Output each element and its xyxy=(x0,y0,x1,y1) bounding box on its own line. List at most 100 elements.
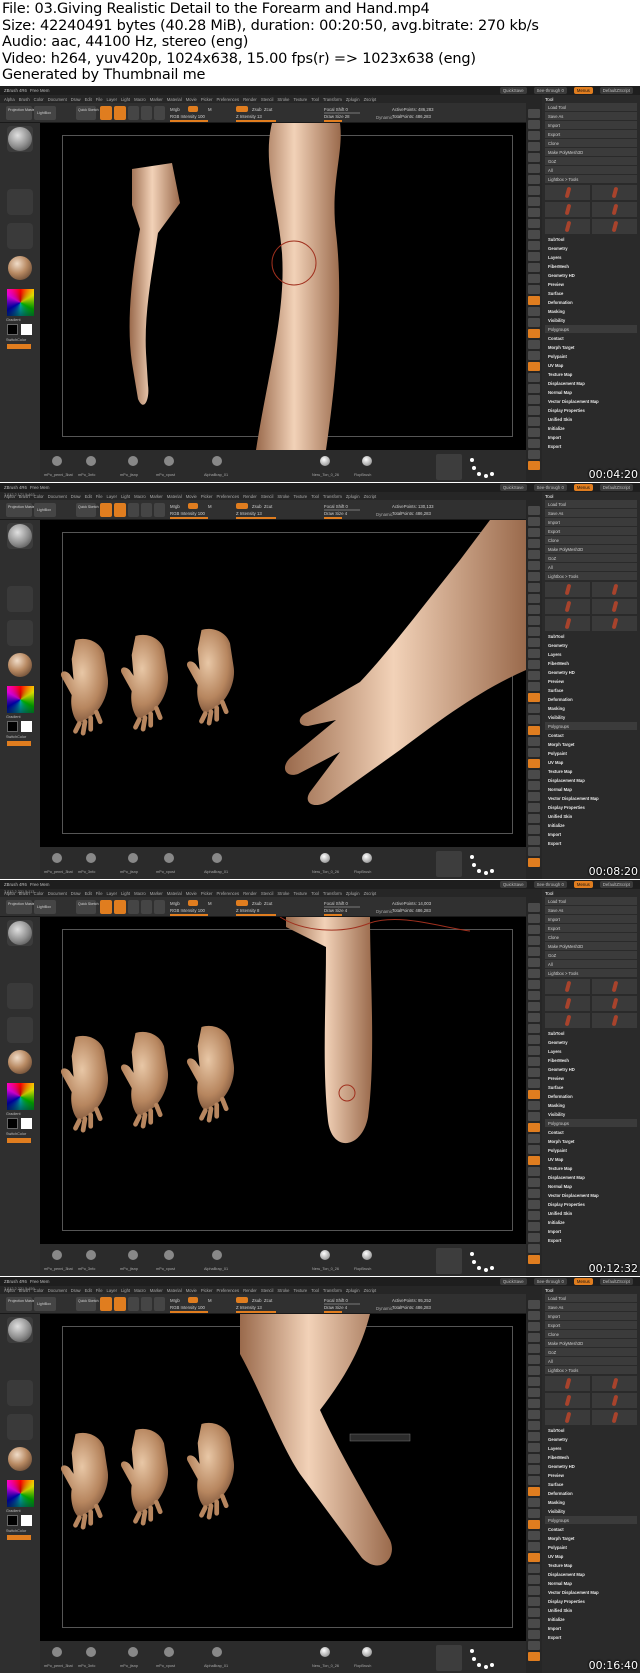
material-sphere-icon[interactable] xyxy=(8,1050,32,1074)
menu-item[interactable]: Render xyxy=(243,494,257,499)
menu-item[interactable]: Zscript xyxy=(364,1288,377,1293)
view-tool-button[interactable] xyxy=(528,1322,540,1331)
see-through-slider[interactable]: See-through 0 xyxy=(533,1278,567,1285)
tool-menu-row[interactable]: Normal Map xyxy=(545,1579,637,1587)
view-tool-button[interactable] xyxy=(528,759,540,768)
tool-menu-row[interactable]: Import xyxy=(545,518,637,526)
view-tool-button[interactable] xyxy=(528,197,540,206)
m-toggle[interactable]: M xyxy=(208,504,212,509)
menu-item[interactable]: Picker xyxy=(201,891,213,896)
bottom-shelf-icon[interactable] xyxy=(86,456,96,466)
zadd-toggle[interactable] xyxy=(236,106,248,112)
tool-menu-row[interactable]: All xyxy=(545,960,637,968)
subtool-thumbnail[interactable] xyxy=(545,616,590,631)
subtool-thumbnail[interactable] xyxy=(545,979,590,994)
view-tool-button[interactable] xyxy=(528,1300,540,1309)
canvas-viewport[interactable] xyxy=(40,1314,526,1641)
menu-item[interactable]: Zplugin xyxy=(346,891,360,896)
tool-menu-row[interactable]: Export xyxy=(545,839,637,847)
menu-item[interactable]: Color xyxy=(34,891,44,896)
rotate-button[interactable] xyxy=(154,900,165,914)
tool-menu-row[interactable]: Polypaint xyxy=(545,1146,637,1154)
subtool-thumbnail[interactable] xyxy=(545,185,590,200)
bottom-shelf-icon[interactable] xyxy=(320,1250,330,1260)
view-tool-button[interactable] xyxy=(528,836,540,845)
view-tool-button[interactable] xyxy=(528,1123,540,1132)
draw-button[interactable] xyxy=(114,900,126,914)
tool-menu-row[interactable]: Geometry xyxy=(545,641,637,649)
draw-size-slider[interactable]: Draw Size 4 xyxy=(324,511,347,516)
view-tool-button[interactable] xyxy=(528,1377,540,1386)
tool-menu-row[interactable]: Displacement Map xyxy=(545,1570,637,1578)
view-tool-button[interactable] xyxy=(528,1057,540,1066)
stroke-thumbnail[interactable] xyxy=(7,983,33,1009)
view-tool-button[interactable] xyxy=(528,450,540,459)
edit-button[interactable] xyxy=(100,900,112,914)
menu-item[interactable]: Transform xyxy=(323,1288,342,1293)
bottom-shelf-icon[interactable] xyxy=(164,853,174,863)
tool-menu-row[interactable]: Import xyxy=(545,433,637,441)
subtool-thumbnail[interactable] xyxy=(592,616,637,631)
secondary-color-swatch[interactable] xyxy=(7,1118,18,1129)
tool-menu-row[interactable]: Display Properties xyxy=(545,406,637,414)
tool-menu-row[interactable]: Contact xyxy=(545,1525,637,1533)
zadd-toggle[interactable] xyxy=(236,1297,248,1303)
view-tool-button[interactable] xyxy=(528,1090,540,1099)
view-tool-button[interactable] xyxy=(528,770,540,779)
bottom-shelf-icon[interactable] xyxy=(320,1647,330,1657)
scale-button[interactable] xyxy=(141,1297,152,1311)
z-intensity-slider[interactable]: Z Intensity 13 xyxy=(236,511,262,516)
color-picker[interactable] xyxy=(7,289,34,316)
bottom-shelf-icon[interactable] xyxy=(52,456,62,466)
subtool-thumbnail[interactable] xyxy=(545,996,590,1011)
menu-item[interactable]: File xyxy=(96,97,103,102)
view-tool-button[interactable] xyxy=(528,1244,540,1253)
tool-menu-row[interactable]: Lightbox > Tools xyxy=(545,175,637,183)
view-tool-button[interactable] xyxy=(528,1333,540,1342)
view-tool-button[interactable] xyxy=(528,1619,540,1628)
bottom-shelf-icon[interactable] xyxy=(164,456,174,466)
tool-menu-row[interactable]: Morph Target xyxy=(545,1137,637,1145)
move-button[interactable] xyxy=(128,1297,139,1311)
tool-menu-row[interactable]: Polygroups xyxy=(545,1516,637,1524)
tool-menu-row[interactable]: Unified Skin xyxy=(545,812,637,820)
subtool-thumbnail[interactable] xyxy=(545,1376,590,1391)
menu-item[interactable]: Stroke xyxy=(277,1288,289,1293)
bottom-shelf-icon[interactable] xyxy=(52,853,62,863)
subtool-thumbnail[interactable] xyxy=(545,599,590,614)
menu-item[interactable]: Macro xyxy=(134,97,146,102)
z-intensity-slider[interactable]: Z Intensity 13 xyxy=(236,1305,262,1310)
menu-item[interactable]: Brush xyxy=(19,97,30,102)
rgb-intensity-slider[interactable]: RGB Intensity 100 xyxy=(170,908,205,913)
view-tool-button[interactable] xyxy=(528,572,540,581)
tool-menu-row[interactable]: Normal Map xyxy=(545,388,637,396)
tool-menu-row[interactable]: Make PolyMesh3D xyxy=(545,1339,637,1347)
subtool-thumbnail[interactable] xyxy=(545,1013,590,1028)
tool-menu-row[interactable]: SubTool xyxy=(545,632,637,640)
stroke-thumbnail[interactable] xyxy=(7,586,33,612)
view-tool-button[interactable] xyxy=(528,605,540,614)
alpha-thumbnail[interactable] xyxy=(7,1414,33,1440)
view-tool-button[interactable] xyxy=(528,329,540,338)
material-sphere-icon[interactable] xyxy=(8,653,32,677)
z-intensity-slider[interactable]: Z Intensity 8 xyxy=(236,908,259,913)
tool-menu-row[interactable]: Visibility xyxy=(545,316,637,324)
nav-cube[interactable] xyxy=(436,851,462,877)
menu-item[interactable]: Layer xyxy=(107,891,117,896)
view-tool-button[interactable] xyxy=(528,439,540,448)
view-tool-button[interactable] xyxy=(528,1399,540,1408)
zsub-toggle[interactable]: Zsub xyxy=(252,107,262,112)
subtool-thumbnail[interactable] xyxy=(545,219,590,234)
menu-item[interactable]: File xyxy=(96,494,103,499)
secondary-color-swatch[interactable] xyxy=(7,324,18,335)
view-tool-button[interactable] xyxy=(528,1553,540,1562)
tool-menu-row[interactable]: SubTool xyxy=(545,1426,637,1434)
tool-menu-row[interactable]: Preview xyxy=(545,1074,637,1082)
view-tool-button[interactable] xyxy=(528,825,540,834)
tool-menu-row[interactable]: Displacement Map xyxy=(545,776,637,784)
zcut-toggle[interactable]: Zcut xyxy=(264,107,272,112)
tool-menu-row[interactable]: Masking xyxy=(545,704,637,712)
rgb-toggle[interactable] xyxy=(188,900,198,906)
menu-item[interactable]: Marker xyxy=(150,891,163,896)
draw-button[interactable] xyxy=(114,503,126,517)
